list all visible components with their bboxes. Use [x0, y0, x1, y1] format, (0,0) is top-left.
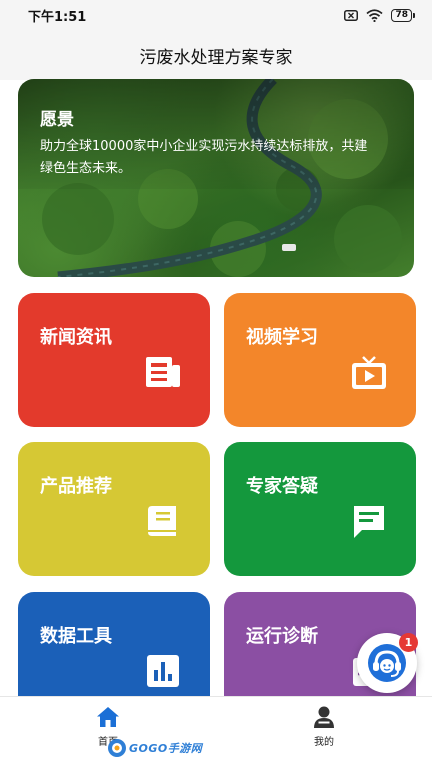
watermark-text: GOGO手游网: [129, 742, 203, 755]
banner-title: 愿景: [40, 110, 74, 130]
tv-icon: [352, 356, 386, 389]
gogo-logo-icon: [108, 739, 126, 757]
page-title: 污废水处理方案专家: [139, 47, 293, 68]
tile-expert[interactable]: 专家答疑: [224, 442, 416, 576]
book-icon: [148, 506, 176, 536]
tab-profile[interactable]: 我的: [216, 697, 432, 768]
tile-product[interactable]: 产品推荐: [18, 442, 210, 576]
home-icon: [97, 707, 119, 727]
tile-product-label: 产品推荐: [40, 476, 112, 497]
wifi-icon: [366, 8, 384, 22]
bar-chart-icon: [147, 655, 179, 687]
tile-diagnosis-label: 运行诊断: [246, 626, 318, 647]
tile-news[interactable]: 新闻资讯: [18, 293, 210, 427]
chat-bubble-icon: [354, 506, 384, 538]
newspaper-icon: [146, 357, 180, 387]
banner-text: 助力全球10000家中小企业实现污水持续达标排放，共建绿色生态未来。: [40, 139, 368, 176]
notification-badge: 1: [399, 633, 418, 652]
tile-data-label: 数据工具: [40, 626, 112, 647]
tile-expert-label: 专家答疑: [246, 476, 318, 497]
tile-news-label: 新闻资讯: [40, 327, 112, 348]
tile-video-label: 视频学习: [246, 327, 318, 348]
battery-indicator: 78: [391, 8, 415, 22]
nav-bar: 污废水处理方案专家: [0, 30, 432, 80]
user-icon: [314, 706, 334, 728]
bottom-tab-bar: 首页 我的: [0, 696, 432, 768]
vision-banner[interactable]: 愿景 助力全球10000家中小企业实现污水持续达标排放，共建绿色生态未来。: [18, 79, 414, 277]
status-bar: 下午1:51 78: [0, 0, 432, 30]
tile-video[interactable]: 视频学习: [224, 293, 416, 427]
status-time: 下午1:51: [28, 9, 87, 25]
tab-profile-label: 我的: [314, 737, 334, 748]
sim-off-icon: [344, 9, 359, 21]
status-icons: 78: [344, 8, 415, 22]
watermark-logo: GOGO手游网: [107, 738, 202, 758]
